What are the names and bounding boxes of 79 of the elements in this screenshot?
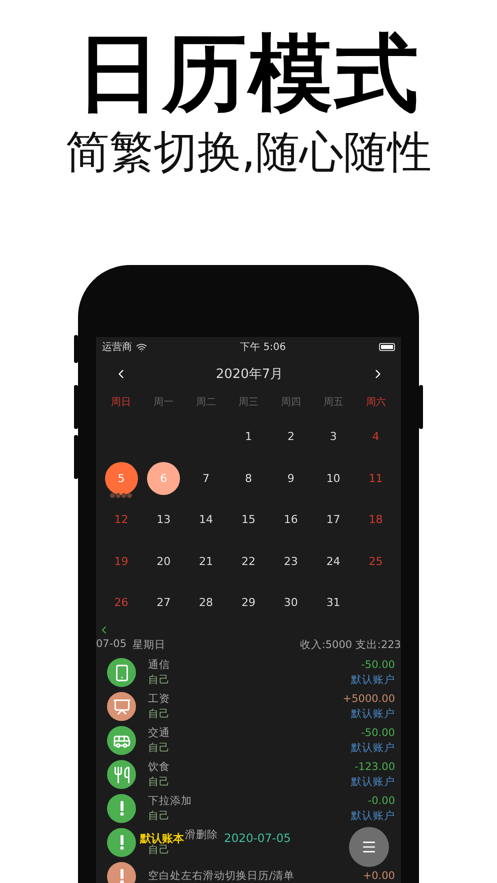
- headline: 日历模式: [76, 28, 420, 118]
- record-member: 自己: [148, 706, 170, 722]
- weekday-label: 周三: [237, 396, 260, 410]
- record-account: 默认账户: [351, 706, 395, 722]
- record-member: 自己: [148, 672, 170, 688]
- exclamation-icon: [120, 835, 124, 850]
- calendar-day[interactable]: 1: [232, 420, 266, 454]
- record-title: 通信: [148, 658, 170, 672]
- calendar-day[interactable]: 7: [190, 462, 223, 495]
- calendar-day[interactable]: 21: [190, 544, 223, 578]
- ledger-label: 默认账本: [140, 831, 184, 845]
- calendar-day[interactable]: 15: [232, 503, 265, 536]
- record-amount: -0.00: [368, 794, 395, 808]
- calendar-day[interactable]: 19: [104, 544, 138, 578]
- calendar-day[interactable]: 25: [359, 544, 392, 578]
- weekday-label: 周日: [110, 396, 132, 410]
- record-title: 交通: [148, 726, 170, 740]
- weekday-label: 周六: [364, 396, 387, 410]
- exclamation-icon: [120, 869, 124, 883]
- presentation-icon: [112, 698, 130, 716]
- menu-icon: [361, 839, 377, 855]
- calendar-day[interactable]: 2: [274, 420, 308, 454]
- calendar-day[interactable]: 18: [359, 503, 392, 536]
- calendar-day[interactable]: 28: [190, 586, 223, 620]
- summary-weekday: 星期日: [132, 638, 166, 652]
- calendar-day[interactable]: 16: [274, 503, 308, 536]
- record-title: 饮食: [148, 760, 170, 774]
- calendar-day[interactable]: 30: [274, 586, 308, 620]
- exclamation-icon: [120, 801, 124, 816]
- weekday-label: 周一: [152, 396, 175, 410]
- record-title: 工资: [148, 692, 170, 706]
- calendar-day[interactable]: 9: [274, 462, 308, 495]
- overlay-date: 2020-07-05: [224, 831, 291, 846]
- record-account: 默认账户: [351, 740, 395, 756]
- calendar-day[interactable]: 20: [147, 544, 180, 578]
- calendar-day[interactable]: 11: [359, 462, 392, 495]
- record-amount: -50.00: [361, 658, 395, 672]
- record-title: 滑删除: [185, 828, 218, 842]
- weekday-label: 周五: [322, 396, 344, 410]
- carrier-label: 运营商: [102, 340, 132, 354]
- record-account: 默认账户: [351, 808, 395, 824]
- calendar-day[interactable]: 4: [359, 420, 392, 454]
- status-time: 下午 5:06: [240, 341, 286, 354]
- record-member: 自己: [148, 740, 170, 756]
- weekday-label: 周二: [195, 396, 218, 410]
- calendar-day[interactable]: 29: [232, 586, 265, 620]
- month-title: 2020年7月: [216, 366, 284, 382]
- record-amount: -50.00: [361, 726, 395, 740]
- record-amount: -123.00: [354, 760, 395, 774]
- record-account: 默认账户: [351, 672, 395, 688]
- record-member: 自己: [148, 808, 170, 824]
- calendar-day[interactable]: 17: [316, 503, 350, 536]
- record-member: 自己: [148, 774, 170, 790]
- record-member: 自己: [148, 844, 170, 858]
- calendar-day[interactable]: 8: [232, 462, 265, 495]
- calendar-day[interactable]: 27: [147, 586, 180, 620]
- calendar-day[interactable]: 12: [104, 503, 138, 536]
- calendar-day[interactable]: 24: [316, 544, 350, 578]
- calendar-day[interactable]: 3: [316, 420, 350, 454]
- summary-date: 07-05: [96, 638, 127, 652]
- calendar-day[interactable]: 13: [147, 503, 180, 536]
- weekday-label: 周四: [280, 396, 302, 410]
- record-title: 空白处左右滑动切换日历/清单: [148, 869, 295, 883]
- calendar-day[interactable]: 22: [232, 544, 265, 578]
- battery-icon: [378, 343, 395, 351]
- calendar-day[interactable]: 31: [316, 586, 350, 620]
- calendar-day[interactable]: 10: [316, 462, 350, 495]
- record-account: 默认账户: [351, 774, 395, 790]
- calendar-day[interactable]: 23: [274, 544, 308, 578]
- record-amount: +0.00: [362, 869, 395, 883]
- record-amount: +5000.00: [342, 692, 395, 706]
- calendar-day[interactable]: 14: [190, 503, 223, 536]
- calendar-day[interactable]: 26: [104, 586, 138, 620]
- utensils-icon: [112, 766, 130, 784]
- wifi-icon: [136, 342, 147, 352]
- menu-button[interactable]: [349, 827, 389, 867]
- summary-totals: 收入:5000 支出:223: [300, 638, 401, 652]
- subtitle: 简繁切换,随心随性: [66, 126, 432, 180]
- record-title: 下拉添加: [148, 794, 192, 808]
